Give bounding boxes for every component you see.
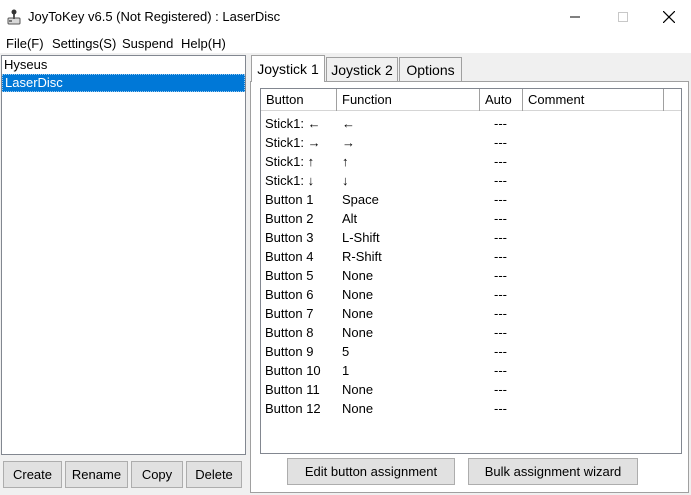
delete-button[interactable]: Delete	[186, 461, 242, 488]
cell-button: Button 4	[265, 249, 314, 264]
table-row[interactable]: Button 12 None ---	[261, 400, 681, 419]
column-button[interactable]: Button	[261, 89, 337, 111]
maximize-button[interactable]	[600, 0, 646, 33]
grid-rows: Stick1: ← ← --- Stick1: → → --- Stick1: ↑ ↑ --- S…	[261, 115, 681, 419]
cell-button: Button 2	[265, 211, 314, 226]
cell-auto: ---	[494, 363, 507, 378]
cell-auto: ---	[494, 154, 507, 169]
assignment-grid[interactable]: Button Function Auto Comment Stick1: ← ← -…	[260, 88, 682, 454]
cell-function: Alt	[342, 211, 358, 226]
maximize-icon	[618, 11, 628, 22]
cell-function: None	[342, 401, 374, 416]
cell-function: None	[342, 287, 374, 302]
cell-button: Button 9	[265, 344, 314, 359]
cell-function: Space	[342, 192, 379, 207]
table-row[interactable]: Button 1 Space ---	[261, 191, 681, 210]
table-row[interactable]: Button 6 None ---	[261, 286, 681, 305]
cell-auto: ---	[494, 230, 507, 245]
cell-function: ←	[342, 116, 355, 131]
menu-bar: File(F) Settings(S) Suspend Help(H)	[0, 33, 691, 53]
cell-function: →	[342, 135, 355, 150]
create-button[interactable]: Create	[3, 461, 62, 488]
column-comment[interactable]: Comment	[523, 89, 664, 111]
table-row[interactable]: Button 2 Alt ---	[261, 210, 681, 229]
table-row[interactable]: Stick1: ← ← ---	[261, 115, 681, 134]
close-icon	[663, 10, 675, 23]
rename-button[interactable]: Rename	[65, 461, 128, 488]
cell-auto: ---	[494, 344, 507, 359]
cell-function: None	[342, 268, 374, 283]
table-row[interactable]: Stick1: ↑ ↑ ---	[261, 153, 681, 172]
edit-button-assignment-button[interactable]: Edit button assignment	[287, 458, 455, 485]
table-row[interactable]: Button 8 None ---	[261, 324, 681, 343]
cell-button: Button 12	[265, 401, 321, 416]
column-function[interactable]: Function	[337, 89, 480, 111]
minimize-button[interactable]	[552, 0, 598, 33]
cell-function: None	[342, 325, 374, 340]
cell-button: Stick1: ←	[265, 116, 321, 131]
cell-auto: ---	[494, 116, 507, 131]
cell-function: ↑	[342, 154, 349, 169]
cell-auto: ---	[494, 249, 507, 264]
cell-button: Stick1: →	[265, 135, 321, 150]
cell-function: None	[342, 306, 374, 321]
joystick-icon	[7, 9, 21, 25]
cell-button: Button 3	[265, 230, 314, 245]
cell-button: Stick1: ↑	[265, 154, 315, 169]
cell-function: ↓	[342, 173, 349, 188]
minimize-icon	[570, 16, 580, 17]
table-row[interactable]: Stick1: ↓ ↓ ---	[261, 172, 681, 191]
menu-help[interactable]: Help(H)	[181, 36, 226, 51]
table-row[interactable]: Button 4 R-Shift ---	[261, 248, 681, 267]
window-title: JoyToKey v6.5 (Not Registered) : LaserDi…	[28, 9, 281, 24]
table-row[interactable]: Stick1: → → ---	[261, 134, 681, 153]
profile-item-hyseus[interactable]: Hyseus	[2, 56, 245, 74]
profile-list[interactable]: Hyseus LaserDisc	[1, 55, 246, 455]
cell-function: L-Shift	[342, 230, 380, 245]
cell-auto: ---	[494, 173, 507, 188]
table-row[interactable]: Button 9 5 ---	[261, 343, 681, 362]
cell-auto: ---	[494, 135, 507, 150]
cell-button: Button 8	[265, 325, 314, 340]
title-bar: JoyToKey v6.5 (Not Registered) : LaserDi…	[0, 0, 691, 33]
cell-auto: ---	[494, 306, 507, 321]
cell-auto: ---	[494, 287, 507, 302]
close-button[interactable]	[646, 0, 691, 33]
menu-suspend[interactable]: Suspend	[122, 36, 173, 51]
cell-function: R-Shift	[342, 249, 382, 264]
cell-auto: ---	[494, 211, 507, 226]
cell-button: Button 10	[265, 363, 321, 378]
grid-header: Button Function Auto Comment	[261, 89, 681, 111]
tab-panel: Button Function Auto Comment Stick1: ← ← -…	[250, 81, 689, 493]
copy-button[interactable]: Copy	[131, 461, 183, 488]
cell-auto: ---	[494, 325, 507, 340]
cell-function: 1	[342, 363, 350, 378]
cell-button: Button 7	[265, 306, 314, 321]
table-row[interactable]: Button 7 None ---	[261, 305, 681, 324]
bulk-assignment-wizard-button[interactable]: Bulk assignment wizard	[468, 458, 638, 485]
menu-file[interactable]: File(F)	[6, 36, 44, 51]
tab-options[interactable]: Options	[399, 57, 462, 81]
table-row[interactable]: Button 5 None ---	[261, 267, 681, 286]
cell-button: Button 6	[265, 287, 314, 302]
cell-button: Button 5	[265, 268, 314, 283]
cell-function: None	[342, 382, 374, 397]
table-row[interactable]: Button 3 L-Shift ---	[261, 229, 681, 248]
table-row[interactable]: Button 10 1 ---	[261, 362, 681, 381]
cell-function: 5	[342, 344, 350, 359]
cell-button: Button 11	[265, 382, 320, 397]
cell-auto: ---	[494, 192, 507, 207]
menu-settings[interactable]: Settings(S)	[52, 36, 116, 51]
cell-button: Stick1: ↓	[265, 173, 315, 188]
cell-auto: ---	[494, 382, 507, 397]
column-auto[interactable]: Auto	[480, 89, 523, 111]
table-row[interactable]: Button 11 None ---	[261, 381, 681, 400]
cell-button: Button 1	[265, 192, 314, 207]
tab-joystick-2[interactable]: Joystick 2	[326, 57, 398, 81]
cell-auto: ---	[494, 268, 507, 283]
cell-auto: ---	[494, 401, 507, 416]
profile-item-laserdisc[interactable]: LaserDisc	[2, 74, 245, 92]
tab-joystick-1[interactable]: Joystick 1	[251, 55, 325, 82]
